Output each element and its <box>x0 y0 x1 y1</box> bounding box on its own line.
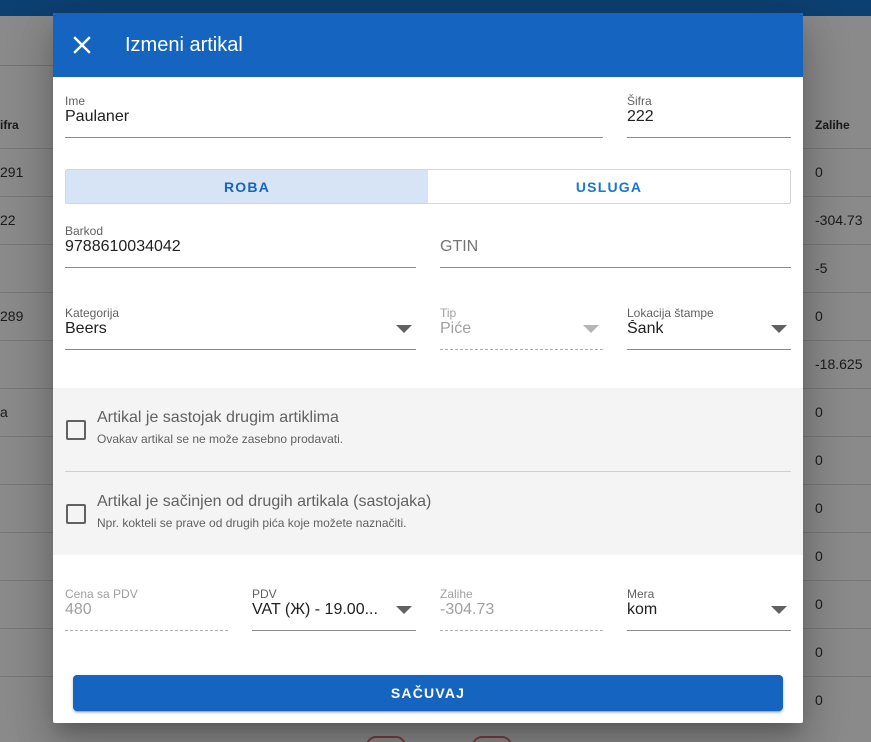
type-value: Piće <box>440 320 472 337</box>
unit-underline <box>627 630 791 631</box>
print-location-underline <box>627 349 791 350</box>
price-label: Cena sa PDV <box>65 587 138 601</box>
close-icon <box>73 36 91 54</box>
dialog-title: Izmeni artikal <box>125 34 243 56</box>
price-value: 480 <box>65 601 92 618</box>
dialog-header: Izmeni artikal <box>53 13 803 77</box>
category-underline <box>65 349 416 350</box>
gtin-input[interactable]: GTIN <box>440 238 478 256</box>
type-select: Tip Piće <box>440 306 603 350</box>
code-underline <box>627 137 791 138</box>
category-select[interactable]: Kategorija Beers <box>65 306 416 350</box>
save-button[interactable]: SAČUVAJ <box>73 675 783 711</box>
ingredient-option-title: Artikal je sastojak drugim artiklima <box>97 409 339 426</box>
code-field[interactable]: Šifra 222 <box>627 94 791 138</box>
category-value: Beers <box>65 320 107 337</box>
dropdown-arrow-icon <box>583 325 599 333</box>
composite-option-subtitle: Npr. kokteli se prave od drugih pića koj… <box>97 516 407 530</box>
stock-field: Zalihe -304.73 <box>440 587 603 631</box>
print-location-select[interactable]: Lokacija štampe Šank <box>627 306 791 350</box>
vat-value: VAT (Ж) - 19.00... <box>252 601 378 618</box>
vat-label: PDV <box>252 587 277 601</box>
unit-value: kom <box>627 601 658 618</box>
composite-option-title: Artikal je sačinjen od drugih artikala (… <box>97 493 432 510</box>
category-label: Kategorija <box>65 306 120 320</box>
composite-option[interactable]: Artikal je sačinjen od drugih artikala (… <box>65 492 791 542</box>
toggle-service[interactable]: USLUGA <box>428 170 790 203</box>
unit-select[interactable]: Mera kom <box>627 587 791 631</box>
name-underline <box>65 137 603 138</box>
name-label: Ime <box>65 94 86 108</box>
options-divider <box>65 471 791 472</box>
barcode-field[interactable]: Barkod 9788610034042 <box>65 224 416 268</box>
dropdown-arrow-icon[interactable] <box>396 606 412 614</box>
ingredient-option-subtitle: Ovakav artikal se ne može zasebno prodav… <box>97 432 344 446</box>
name-field[interactable]: Ime Paulaner <box>65 94 603 138</box>
edit-item-dialog: Izmeni artikal Ime Paulaner Šifra 222 RO… <box>53 13 803 723</box>
price-underline <box>65 630 228 631</box>
type-label: Tip <box>440 306 457 320</box>
unit-label: Mera <box>627 587 655 601</box>
stock-underline <box>440 630 603 631</box>
ingredient-checkbox[interactable] <box>66 420 86 440</box>
dropdown-arrow-icon[interactable] <box>771 325 787 333</box>
composite-checkbox[interactable] <box>66 504 86 524</box>
print-location-label: Lokacija štampe <box>627 306 714 320</box>
barcode-label: Barkod <box>65 224 104 238</box>
barcode-input[interactable]: 9788610034042 <box>65 238 181 256</box>
name-input[interactable]: Paulaner <box>65 108 129 126</box>
close-button[interactable] <box>67 30 97 60</box>
dropdown-arrow-icon[interactable] <box>771 606 787 614</box>
code-label: Šifra <box>627 94 652 108</box>
barcode-underline <box>65 267 416 268</box>
print-location-value: Šank <box>627 320 664 337</box>
type-underline <box>440 349 603 350</box>
item-kind-toggle: ROBA USLUGA <box>65 169 791 204</box>
ingredient-option[interactable]: Artikal je sastojak drugim artiklima Ova… <box>65 408 791 458</box>
vat-underline <box>252 630 416 631</box>
price-field: Cena sa PDV 480 <box>65 587 228 631</box>
stock-value: -304.73 <box>440 601 495 618</box>
stock-label: Zalihe <box>440 587 473 601</box>
toggle-goods[interactable]: ROBA <box>66 170 428 203</box>
gtin-underline <box>440 267 791 268</box>
code-input[interactable]: 222 <box>627 108 654 126</box>
dropdown-arrow-icon[interactable] <box>396 325 412 333</box>
vat-select[interactable]: PDV VAT (Ж) - 19.00... <box>252 587 416 631</box>
gtin-field[interactable]: GTIN <box>440 224 791 268</box>
